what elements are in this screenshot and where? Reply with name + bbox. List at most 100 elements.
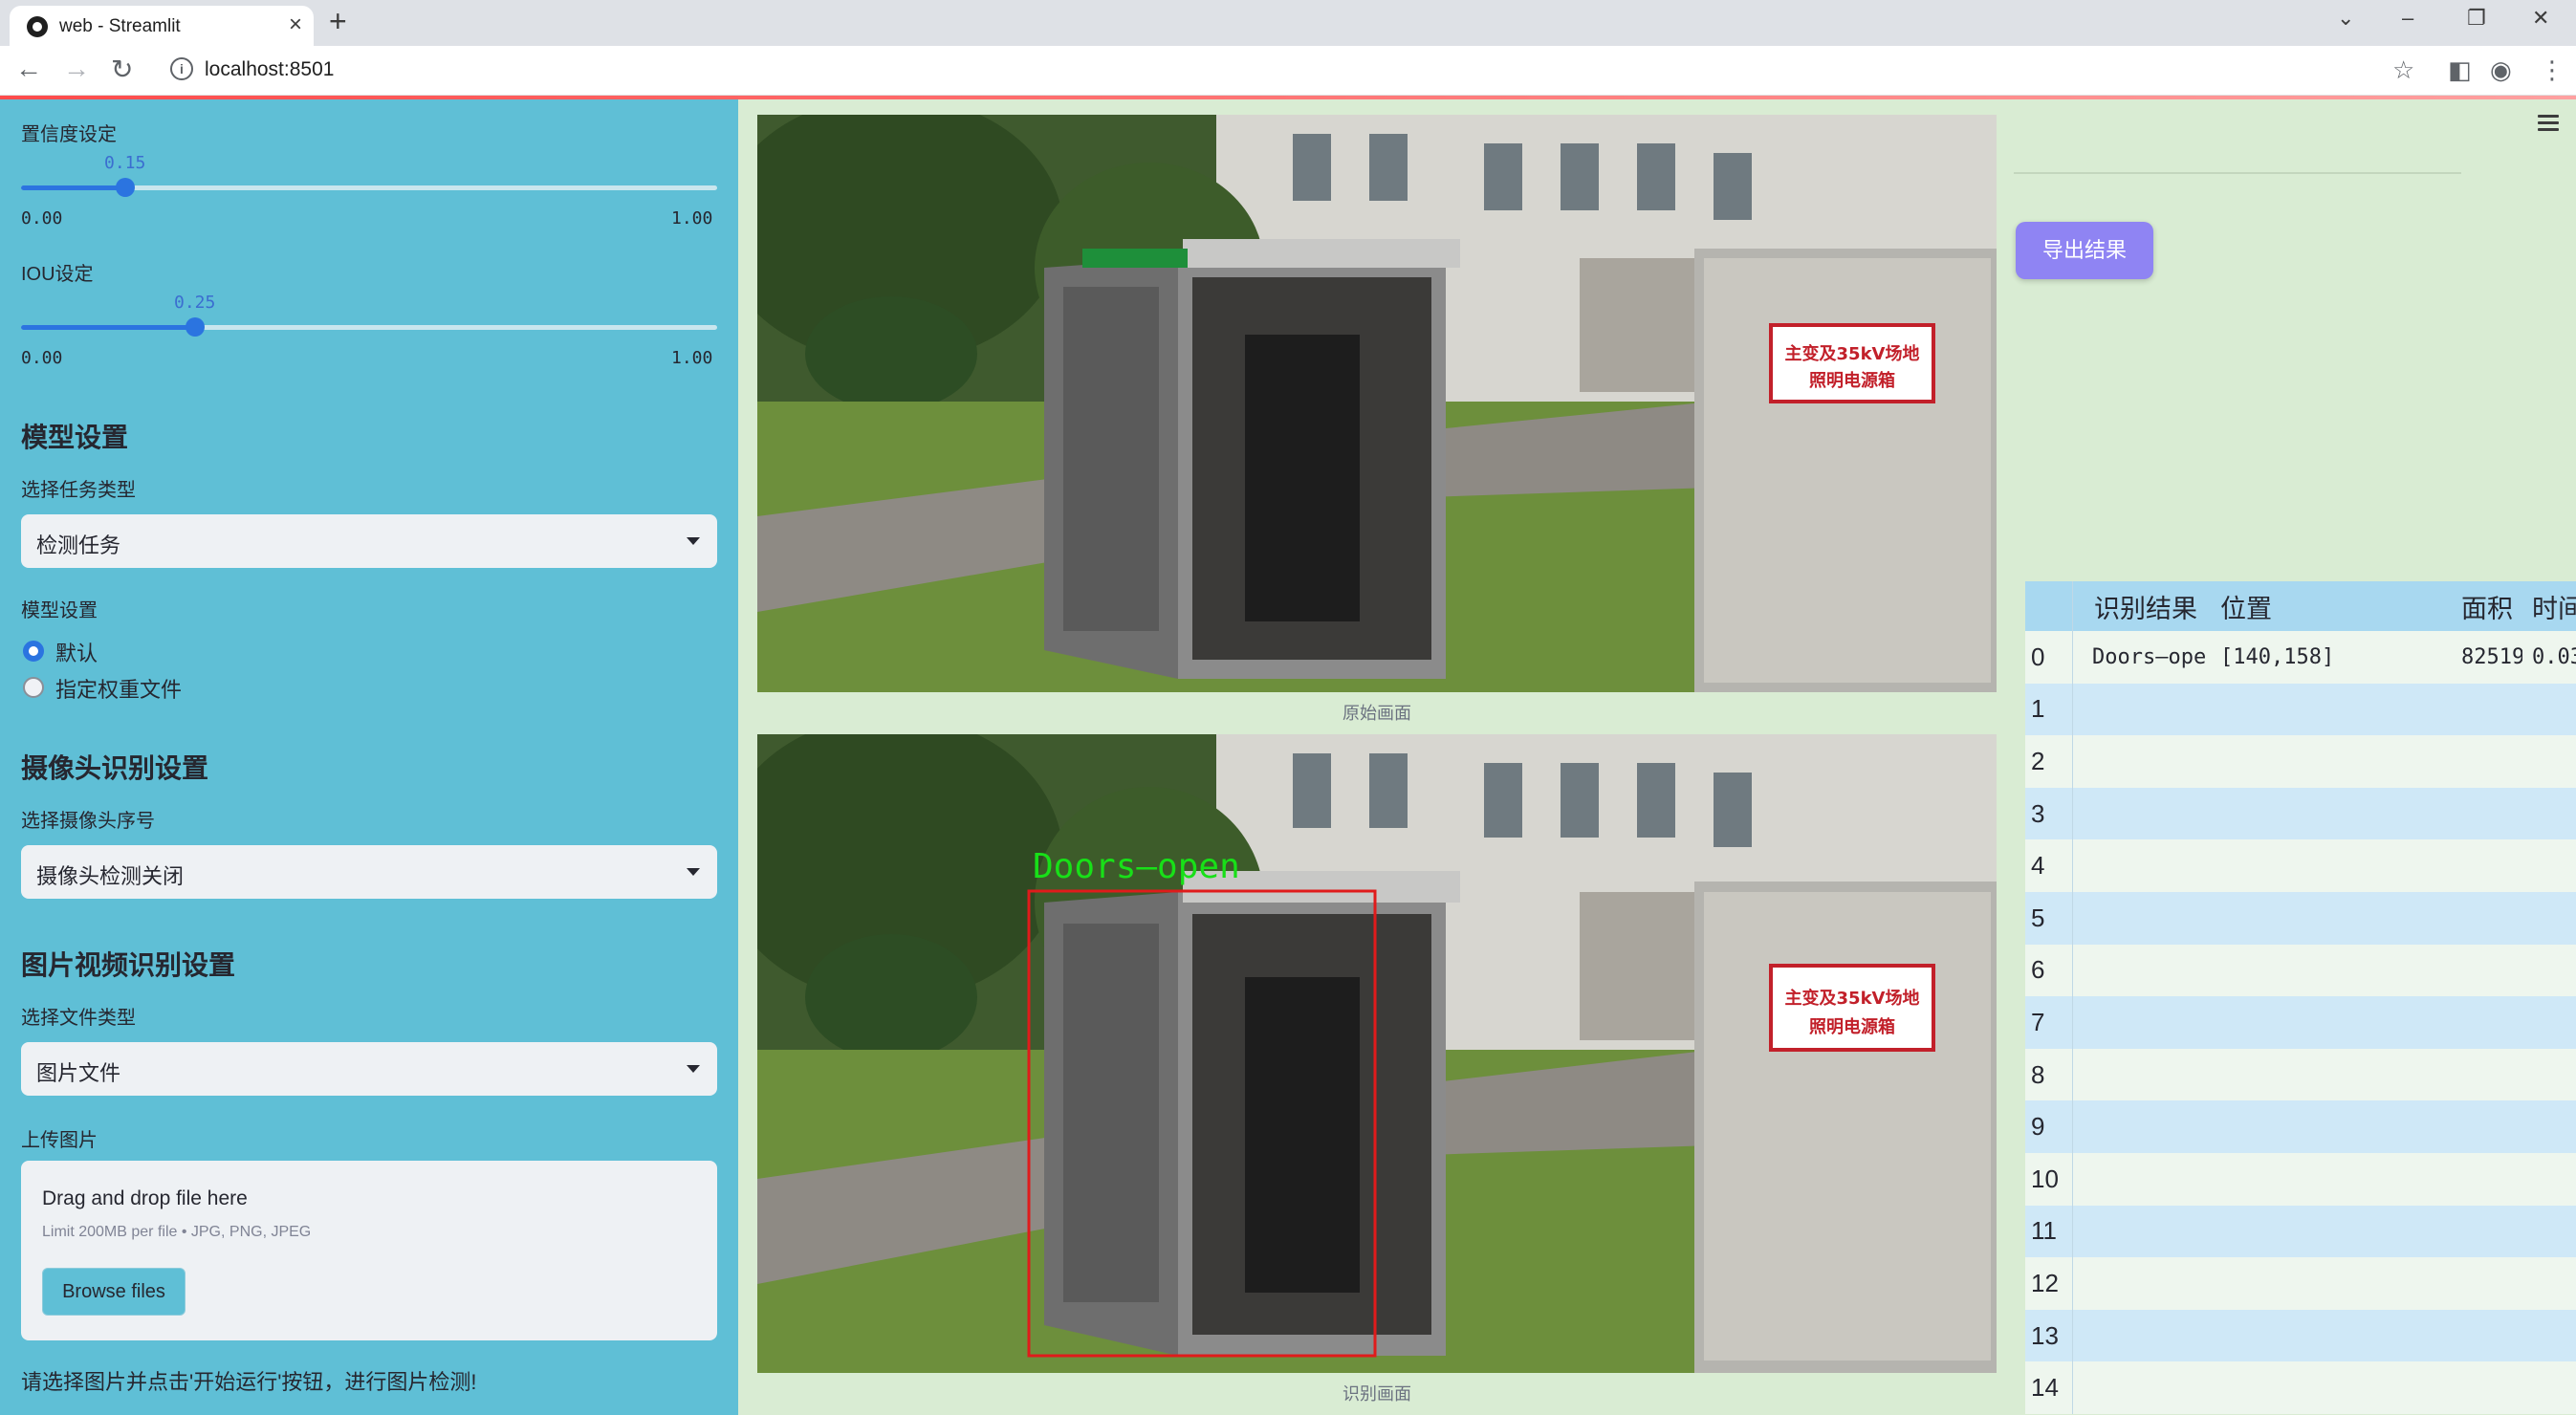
table-row[interactable]: 12 [2025, 1257, 2576, 1310]
row-index: 2 [2025, 735, 2073, 788]
export-results-button[interactable]: 导出结果 [2016, 222, 2153, 279]
radio-custom-weights-label[interactable]: 指定权重文件 [55, 673, 182, 704]
row-position [2207, 1257, 2454, 1310]
sidebar-hint-text: 请选择图片并点击'开始运行'按钮，进行图片检测! [21, 1370, 477, 1394]
table-row[interactable]: 11 [2025, 1205, 2576, 1258]
close-window-icon[interactable]: ✕ [2532, 6, 2549, 31]
back-icon[interactable]: ← [15, 54, 42, 84]
row-index: 9 [2025, 1100, 2073, 1153]
browser-tab[interactable]: web - Streamlit × [10, 6, 314, 46]
row-time [2522, 1257, 2576, 1310]
row-area [2454, 788, 2522, 840]
iou-slider[interactable] [21, 317, 717, 337]
confidence-value: 0.15 [104, 153, 146, 173]
profile-avatar-icon[interactable]: ◉ [2490, 55, 2512, 85]
row-result [2073, 735, 2207, 788]
row-index: 14 [2025, 1361, 2073, 1414]
sign-text-line2: 照明电源箱 [1809, 370, 1895, 391]
side-panel-icon[interactable]: ◧ [2448, 55, 2472, 85]
row-index: 4 [2025, 839, 2073, 892]
browser-toolbar: ← → ↻ i localhost:8501 ☆ ◧ ◉ ⋮ [0, 46, 2576, 96]
row-result [2073, 1100, 2207, 1153]
file-type-label: 选择文件类型 [21, 1008, 136, 1029]
row-area: 82519 [2461, 644, 2522, 669]
table-row[interactable]: 14 [2025, 1361, 2576, 1414]
panel-divider [2014, 172, 2461, 174]
row-result [2073, 684, 2207, 736]
row-area [2454, 1361, 2522, 1414]
hamburger-menu-icon[interactable] [2538, 115, 2559, 132]
row-result [2073, 1310, 2207, 1362]
row-result [2073, 1257, 2207, 1310]
row-area [2454, 1310, 2522, 1362]
row-position [2207, 1310, 2454, 1362]
radio-custom-weights[interactable] [23, 677, 44, 698]
row-index: 10 [2025, 1152, 2073, 1206]
minimize-icon[interactable]: – [2402, 6, 2413, 31]
row-index: 0 [2025, 631, 2073, 684]
row-index: 5 [2025, 891, 2073, 945]
upload-dropzone-title: Drag and drop file here [42, 1187, 248, 1209]
header-area[interactable]: 面积 [2454, 581, 2522, 631]
row-time [2522, 735, 2576, 788]
new-tab-icon[interactable]: + [329, 4, 347, 39]
forward-icon[interactable]: → [63, 54, 90, 84]
row-time [2522, 1100, 2576, 1153]
open-cabinet [1044, 871, 1460, 1356]
site-info-icon[interactable]: i [170, 57, 193, 80]
tab-search-icon[interactable]: ⌄ [2337, 6, 2354, 31]
table-row[interactable]: 6 [2025, 944, 2576, 997]
header-time[interactable]: 时间 [2522, 581, 2576, 631]
file-uploader-dropzone[interactable]: Drag and drop file here Limit 200MB per … [21, 1161, 717, 1340]
confidence-max: 1.00 [671, 208, 713, 229]
header-result[interactable]: 识别结果 [2073, 581, 2207, 631]
tab-close-icon[interactable]: × [289, 11, 302, 38]
browser-menu-icon[interactable]: ⋮ [2540, 55, 2565, 85]
browse-files-button[interactable]: Browse files [42, 1268, 186, 1316]
radio-default[interactable] [23, 641, 44, 662]
row-index: 8 [2025, 1048, 2073, 1101]
table-row[interactable]: 2 [2025, 735, 2576, 788]
row-result [2073, 1361, 2207, 1414]
bookmark-star-icon[interactable]: ☆ [2392, 55, 2414, 85]
table-row[interactable]: 4 [2025, 839, 2576, 892]
table-row[interactable]: 9 [2025, 1100, 2576, 1153]
row-position [2207, 892, 2454, 945]
row-position: [140,158] [2220, 644, 2335, 669]
task-type-select[interactable]: 检测任务 [21, 514, 717, 568]
file-type-select[interactable]: 图片文件 [21, 1042, 717, 1096]
iou-slider-thumb[interactable] [186, 317, 205, 337]
row-area [2454, 1153, 2522, 1206]
camera-index-value: 摄像头检测关闭 [36, 864, 185, 888]
row-area [2454, 839, 2522, 892]
confidence-min: 0.00 [21, 208, 63, 229]
table-row[interactable]: 13 [2025, 1309, 2576, 1362]
confidence-label: 置信度设定 [21, 124, 117, 145]
address-bar[interactable]: localhost:8501 [205, 58, 334, 81]
radio-default-label[interactable]: 默认 [55, 637, 98, 667]
table-row[interactable]: 7 [2025, 996, 2576, 1049]
table-row[interactable]: 8 [2025, 1048, 2576, 1101]
table-row[interactable]: 0 Doors—open [140,158] 82519 0.03 [2025, 631, 2576, 684]
reload-icon[interactable]: ↻ [111, 54, 133, 85]
row-index: 11 [2025, 1205, 2073, 1258]
camera-index-select[interactable]: 摄像头检测关闭 [21, 845, 717, 899]
iou-value: 0.25 [174, 293, 216, 313]
row-position [2207, 839, 2454, 892]
task-type-value: 检测任务 [36, 533, 121, 557]
row-result [2073, 1206, 2207, 1258]
confidence-slider-thumb[interactable] [116, 178, 135, 197]
row-result [2073, 945, 2207, 997]
table-row[interactable]: 1 [2025, 683, 2576, 736]
table-row[interactable]: 10 [2025, 1152, 2576, 1206]
row-result [2073, 839, 2207, 892]
row-area [2454, 1257, 2522, 1310]
original-image: 主变及35kV场地 照明电源箱 [757, 115, 1997, 692]
confidence-slider[interactable] [21, 178, 717, 197]
row-position [2207, 1100, 2454, 1153]
table-row[interactable]: 5 [2025, 891, 2576, 945]
table-row[interactable]: 3 [2025, 787, 2576, 840]
header-position[interactable]: 位置 [2207, 581, 2454, 631]
restore-icon[interactable]: ❐ [2467, 6, 2486, 31]
sign-text-line1: 主变及35kV场地 [1785, 343, 1920, 364]
